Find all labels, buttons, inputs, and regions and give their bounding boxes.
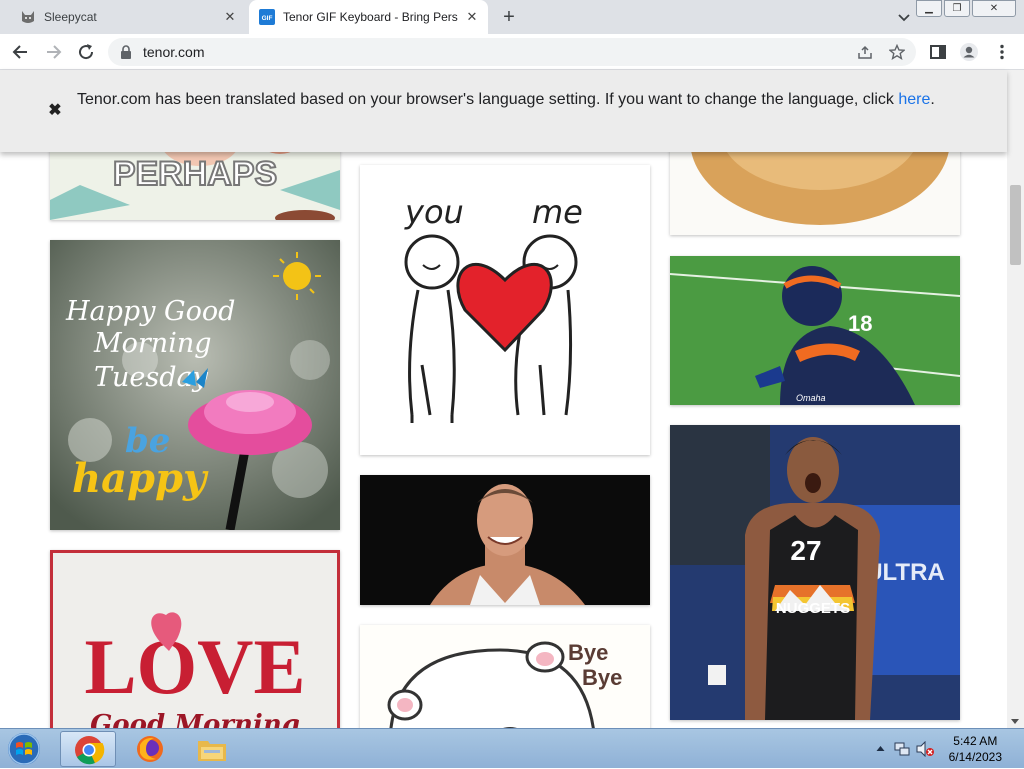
svg-text:NUGGETS: NUGGETS bbox=[776, 600, 850, 617]
translation-notice: ✖ Tenor.com has been translated based on… bbox=[0, 70, 1007, 152]
translation-message: Tenor.com has been translated based on y… bbox=[77, 88, 977, 112]
window-controls: ▁ ❐ ✕ bbox=[914, 0, 1016, 17]
taskbar: 5:42 AM 6/14/2023 bbox=[0, 728, 1024, 768]
chrome-icon bbox=[75, 736, 105, 765]
bye-bye-bear-gif[interactable]: Bye Bye bbox=[360, 625, 650, 728]
show-hidden-icons-icon[interactable] bbox=[876, 745, 885, 752]
svg-text:27: 27 bbox=[790, 535, 821, 566]
url-text: tenor.com bbox=[143, 44, 205, 60]
restore-button[interactable]: ❐ bbox=[944, 0, 970, 17]
forward-icon[interactable] bbox=[43, 42, 63, 62]
cat-icon bbox=[22, 11, 34, 23]
reload-icon[interactable] bbox=[76, 42, 96, 62]
notice-link[interactable]: here bbox=[898, 91, 930, 108]
svg-text:Happy Good: Happy Good bbox=[65, 296, 235, 327]
scrollbar-thumb[interactable] bbox=[1010, 185, 1021, 265]
notice-text: Tenor.com has been translated based on y… bbox=[77, 91, 894, 108]
happy-good-morning-tuesday-gif[interactable]: Happy Good Morning Tuesday be happy bbox=[50, 240, 340, 530]
svg-text:me: me bbox=[532, 193, 583, 231]
taskbar-explorer[interactable] bbox=[184, 731, 240, 767]
page-scrollbar[interactable] bbox=[1007, 70, 1024, 728]
close-tab-icon[interactable]: ✕ bbox=[222, 9, 238, 25]
svg-text:PERHAPS: PERHAPS bbox=[113, 155, 277, 193]
profile-icon[interactable] bbox=[959, 42, 979, 62]
clock-time: 5:42 AM bbox=[953, 734, 998, 748]
notice-suffix: . bbox=[930, 91, 935, 108]
share-icon[interactable] bbox=[857, 44, 873, 60]
browser-toolbar: tenor.com bbox=[0, 34, 1024, 70]
side-panel-icon[interactable] bbox=[928, 42, 948, 62]
system-tray: 5:42 AM 6/14/2023 bbox=[864, 729, 1024, 769]
chevron-down-icon[interactable] bbox=[896, 9, 912, 25]
tab-sleepycat[interactable]: Sleepycat ✕ bbox=[0, 0, 246, 34]
tab-title: Sleepycat bbox=[44, 10, 97, 24]
tab-title: Tenor GIF Keyboard - Bring Perso bbox=[283, 10, 458, 24]
svg-text:Bye: Bye bbox=[568, 640, 608, 665]
close-icon[interactable]: ✖ bbox=[46, 102, 64, 120]
clock-date: 6/14/2023 bbox=[948, 750, 1002, 764]
tab-strip: Sleepycat ✕ GIF Tenor GIF Keyboard - Bri… bbox=[0, 0, 1024, 34]
svg-text:Omaha: Omaha bbox=[796, 393, 826, 403]
nuggets-player-gif[interactable]: ULTRA 27 NUGGETS bbox=[670, 425, 960, 720]
basketball-player-smiling-gif[interactable] bbox=[360, 475, 650, 605]
more-menu-icon[interactable] bbox=[992, 42, 1012, 62]
svg-text:Good Morning: Good Morning bbox=[90, 710, 300, 728]
svg-text:Morning: Morning bbox=[93, 328, 212, 359]
network-icon[interactable] bbox=[894, 741, 910, 757]
gif-grid: PERHAPS Happy Good Morning Tuesday be ha… bbox=[0, 70, 1007, 728]
back-icon[interactable] bbox=[11, 42, 31, 62]
start-button[interactable] bbox=[4, 731, 44, 767]
firefox-icon bbox=[137, 736, 163, 762]
you-me-heart-gif[interactable]: you me bbox=[360, 165, 650, 455]
new-tab-button[interactable]: + bbox=[498, 6, 520, 28]
svg-text:18: 18 bbox=[848, 311, 872, 336]
close-tab-icon[interactable]: ✕ bbox=[464, 9, 480, 25]
window-close-button[interactable]: ✕ bbox=[972, 0, 1016, 17]
volume-muted-icon[interactable] bbox=[916, 741, 934, 757]
svg-text:GIF: GIF bbox=[262, 15, 273, 22]
svg-text:happy: happy bbox=[72, 455, 209, 502]
address-bar[interactable]: tenor.com bbox=[108, 38, 916, 66]
tab-tenor[interactable]: GIF Tenor GIF Keyboard - Bring Perso ✕ bbox=[249, 0, 488, 34]
taskbar-clock[interactable]: 5:42 AM 6/14/2023 bbox=[949, 733, 1002, 765]
minimize-button[interactable]: ▁ bbox=[916, 0, 942, 17]
scroll-down-arrow[interactable] bbox=[1011, 719, 1019, 724]
bookmark-star-icon[interactable] bbox=[889, 44, 905, 60]
lock-icon[interactable] bbox=[120, 45, 132, 59]
love-good-morning-gif[interactable]: LOVE Good Morning bbox=[50, 550, 340, 728]
svg-text:Bye: Bye bbox=[582, 665, 622, 690]
tenor-gif-icon: GIF bbox=[259, 9, 275, 25]
broncos-player-gif[interactable]: 18 Omaha bbox=[670, 256, 960, 405]
svg-text:you: you bbox=[404, 193, 464, 231]
file-explorer-icon bbox=[198, 741, 226, 761]
taskbar-chrome[interactable] bbox=[60, 731, 116, 767]
svg-text:LOVE: LOVE bbox=[84, 623, 305, 710]
taskbar-firefox[interactable] bbox=[122, 731, 178, 767]
